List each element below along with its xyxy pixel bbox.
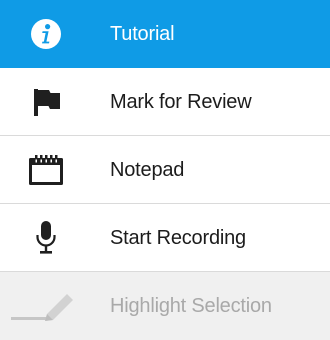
menu-item-start-recording[interactable]: Start Recording [0,204,330,272]
notepad-icon [22,150,70,190]
info-icon [22,14,70,54]
highlighter-pen-icon [8,286,78,326]
tools-menu: Tutorial Mark for Review Notepad Start R… [0,0,330,340]
menu-item-label: Tutorial [110,23,175,45]
menu-item-label: Mark for Review [110,91,252,113]
menu-item-label: Highlight Selection [110,295,272,317]
menu-item-label: Notepad [110,159,185,181]
menu-item-notepad[interactable]: Notepad [0,136,330,204]
menu-item-tutorial[interactable]: Tutorial [0,0,330,68]
flag-icon [22,82,70,122]
menu-item-mark-for-review[interactable]: Mark for Review [0,68,330,136]
menu-item-label: Start Recording [110,227,246,249]
microphone-icon [22,218,70,258]
menu-item-highlight-selection[interactable]: Highlight Selection [0,272,330,340]
